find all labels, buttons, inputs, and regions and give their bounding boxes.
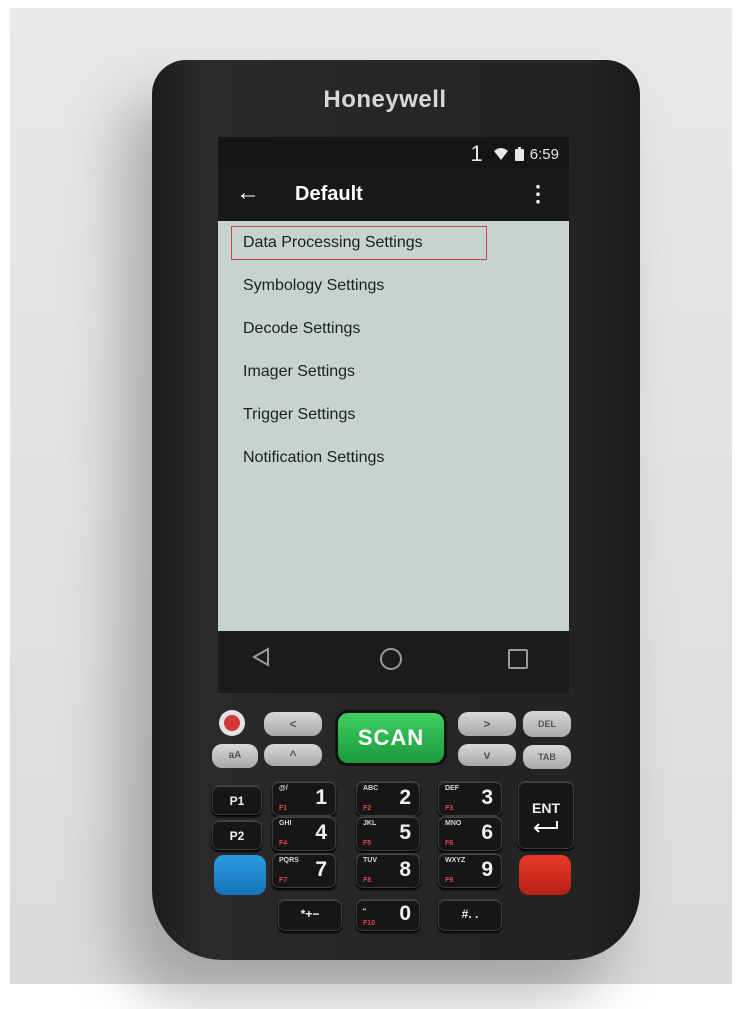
enter-key[interactable]: ENT xyxy=(518,781,574,849)
tab-key[interactable]: TAB xyxy=(523,745,571,769)
list-item-trigger-settings[interactable]: Trigger Settings xyxy=(218,403,569,446)
page-title: Default xyxy=(295,183,363,205)
list-item-label: Imager Settings xyxy=(243,363,356,380)
enter-key-label: ENT xyxy=(532,800,560,816)
key-6-digit: 6 xyxy=(481,821,493,844)
p2-key-label: P2 xyxy=(229,829,245,843)
key-1-letters: @/ xyxy=(279,785,288,792)
key-5-letters: JKL xyxy=(363,820,377,827)
tab-key-label: TAB xyxy=(538,752,556,762)
list-item-label: Decode Settings xyxy=(243,320,361,337)
settings-list: Data Processing Settings Symbology Setti… xyxy=(218,221,569,489)
key-0[interactable]: ⎵ F10 0 xyxy=(356,899,420,931)
del-key-label: DEL xyxy=(538,719,556,729)
key-3-letters: DEF xyxy=(445,785,459,792)
list-item-data-processing-settings[interactable]: Data Processing Settings xyxy=(218,226,569,274)
list-item-label: Notification Settings xyxy=(243,449,385,466)
star-key[interactable]: *+− xyxy=(278,899,342,931)
key-0-space: ⎵ xyxy=(363,903,366,910)
key-2[interactable]: ABC F2 2 xyxy=(356,781,420,816)
wifi-icon xyxy=(493,148,508,160)
up-arrow-key[interactable]: ^ xyxy=(264,744,322,766)
p2-key[interactable]: P2 xyxy=(212,820,262,850)
del-key[interactable]: DEL xyxy=(523,711,571,737)
key-1[interactable]: @/ F1 1 xyxy=(272,781,336,816)
back-arrow-button[interactable]: ← xyxy=(236,181,260,205)
key-1-digit: 1 xyxy=(315,786,327,809)
blue-modifier-key[interactable] xyxy=(214,855,266,895)
key-3[interactable]: DEF F3 3 xyxy=(438,781,502,816)
status-bar: 1 6:59 xyxy=(218,137,569,169)
red-modifier-key[interactable] xyxy=(519,855,571,895)
key-6[interactable]: MNO F6 6 xyxy=(438,816,502,851)
list-item-notification-settings[interactable]: Notification Settings xyxy=(218,446,569,489)
key-5-fn: F5 xyxy=(363,840,372,847)
list-item-decode-settings[interactable]: Decode Settings xyxy=(218,317,569,360)
key-8[interactable]: TUV F8 8 xyxy=(356,853,420,888)
hash-key-label: #. . xyxy=(461,907,479,921)
triangle-back-icon[interactable] xyxy=(252,647,270,667)
key-4[interactable]: GHI F4 4 xyxy=(272,816,336,851)
key-5-digit: 5 xyxy=(399,821,411,844)
star-key-label: *+− xyxy=(300,907,320,921)
key-9-fn: F9 xyxy=(445,877,454,884)
key-8-letters: TUV xyxy=(363,857,377,864)
key-9-digit: 9 xyxy=(481,858,493,881)
power-icon[interactable] xyxy=(219,710,245,736)
key-4-fn: F4 xyxy=(279,840,288,847)
key-0-digit: 0 xyxy=(399,902,411,925)
overflow-menu-button[interactable]: ⋮ xyxy=(527,181,549,207)
key-7[interactable]: PQRS F7 7 xyxy=(272,853,336,888)
shift-key[interactable]: aA xyxy=(212,744,258,768)
key-1-fn: F1 xyxy=(279,805,288,812)
notification-count: 1 xyxy=(470,141,483,166)
hash-key[interactable]: #. . xyxy=(438,899,502,931)
key-8-fn: F8 xyxy=(363,877,372,884)
key-6-letters: MNO xyxy=(445,820,462,827)
key-7-digit: 7 xyxy=(315,858,327,881)
down-arrow-key[interactable]: v xyxy=(458,744,516,766)
circle-home-icon[interactable] xyxy=(380,648,402,670)
navigation-bar xyxy=(218,631,569,693)
key-2-fn: F2 xyxy=(363,805,372,812)
battery-icon xyxy=(514,147,524,161)
p1-key[interactable]: P1 xyxy=(212,785,262,815)
device-screen: 1 6:59 ← Default ⋮ Data Processing Setti… xyxy=(218,137,569,631)
key-3-fn: F3 xyxy=(445,805,454,812)
key-5[interactable]: JKL F5 5 xyxy=(356,816,420,851)
key-8-digit: 8 xyxy=(399,858,411,881)
key-3-digit: 3 xyxy=(481,786,493,809)
key-4-letters: GHI xyxy=(279,820,292,827)
brand-logo: Honeywell xyxy=(323,86,447,113)
key-0-fn: F10 xyxy=(363,920,376,927)
key-9[interactable]: WXYZ F9 9 xyxy=(438,853,502,888)
key-6-fn: F6 xyxy=(445,840,454,847)
app-bar: ← Default ⋮ xyxy=(218,169,569,221)
left-arrow-key[interactable]: < xyxy=(264,712,322,736)
scan-button[interactable]: SCAN xyxy=(338,713,444,763)
square-recents-icon[interactable] xyxy=(508,649,528,669)
key-2-digit: 2 xyxy=(399,786,411,809)
p1-key-label: P1 xyxy=(229,794,245,808)
list-item-label: Trigger Settings xyxy=(243,406,356,423)
key-7-fn: F7 xyxy=(279,877,288,884)
enter-arrow-icon xyxy=(533,821,558,833)
right-arrow-key[interactable]: > xyxy=(458,712,516,736)
list-item-imager-settings[interactable]: Imager Settings xyxy=(218,360,569,403)
key-2-letters: ABC xyxy=(363,785,379,792)
key-4-digit: 4 xyxy=(315,821,327,844)
highlight-box xyxy=(231,226,487,260)
clock-time: 6:59 xyxy=(529,145,559,163)
key-7-letters: PQRS xyxy=(279,857,299,864)
shift-key-label: aA xyxy=(228,750,242,761)
list-item-symbology-settings[interactable]: Symbology Settings xyxy=(218,274,569,317)
key-9-letters: WXYZ xyxy=(445,857,466,864)
list-item-label: Symbology Settings xyxy=(243,277,385,294)
